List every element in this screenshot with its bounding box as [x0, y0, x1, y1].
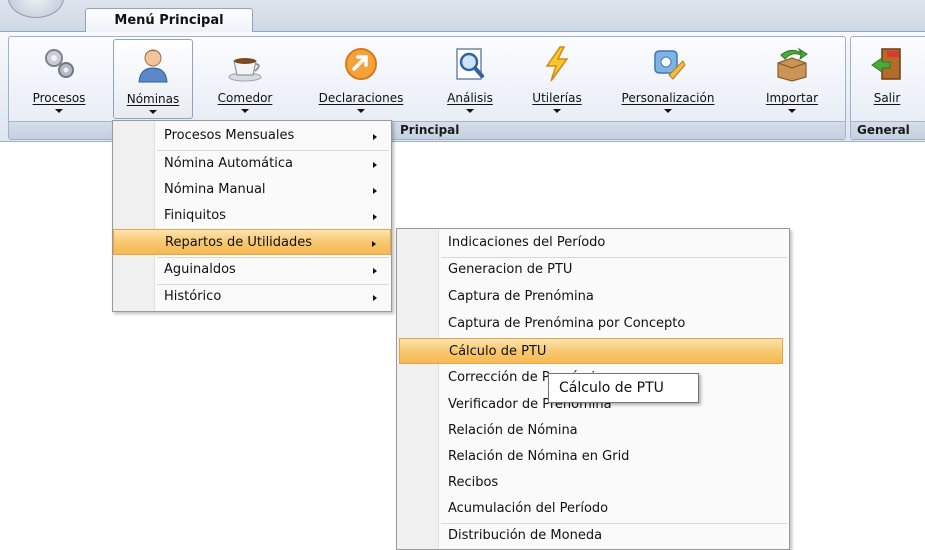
settings-tools-icon	[654, 50, 686, 80]
tab-menu-principal[interactable]: Menú Principal	[85, 8, 253, 33]
coffee-cup-icon	[228, 58, 262, 82]
chevron-down-icon	[553, 109, 561, 113]
salir-label: Salir	[873, 91, 901, 105]
nominas-button[interactable]: Nóminas	[113, 39, 193, 119]
menu-item-indicaciones-del-periodo[interactable]: Indicaciones del Período	[397, 230, 789, 256]
utilerias-button[interactable]: Utilerías	[519, 39, 595, 119]
comedor-button[interactable]: Comedor	[205, 39, 285, 119]
importar-label: Importar	[765, 91, 819, 105]
declaraciones-label: Declaraciones	[318, 91, 404, 105]
menu-item-nomina-automatica[interactable]: Nómina Automática	[113, 151, 391, 177]
menu-item-procesos-mensuales[interactable]: Procesos Mensuales	[113, 123, 391, 149]
comedor-label: Comedor	[217, 91, 273, 105]
chevron-down-icon	[149, 110, 157, 114]
ribbon-tab-strip: Menú Principal	[0, 0, 925, 33]
utilerias-label: Utilerías	[532, 91, 582, 105]
menu-item-generacion-de-ptu[interactable]: Generacion de PTU	[397, 257, 789, 283]
nominas-menu: Procesos Mensuales Nómina Automática Nóm…	[112, 120, 392, 312]
salir-button[interactable]: Salir	[859, 39, 915, 119]
magnifier-chart-icon	[456, 48, 484, 80]
tooltip: Cálculo de PTU	[548, 373, 699, 403]
application-orb-button[interactable]	[8, 0, 64, 18]
chevron-down-icon	[466, 109, 474, 113]
submenu-arrow-icon	[373, 214, 377, 220]
menu-item-recibos[interactable]: Recibos	[397, 470, 789, 496]
menu-item-historico[interactable]: Histórico	[113, 284, 391, 310]
chevron-down-icon	[788, 109, 796, 113]
chevron-down-icon	[241, 109, 249, 113]
submenu-arrow-icon	[373, 134, 377, 140]
menu-item-nomina-manual[interactable]: Nómina Manual	[113, 177, 391, 203]
lightning-icon	[545, 46, 569, 82]
menu-item-distribucion-de-moneda[interactable]: Distribución de Moneda	[397, 523, 789, 549]
chevron-down-icon	[357, 109, 365, 113]
ribbon-group-general: General Salir	[850, 36, 925, 140]
ribbon-group-label-general: General	[851, 121, 925, 139]
orange-arrow-circle-icon	[345, 48, 377, 80]
menu-item-aguinaldos[interactable]: Aguinaldos	[113, 257, 391, 283]
user-icon	[138, 49, 168, 83]
menu-item-acumulacion-del-periodo[interactable]: Acumulación del Período	[397, 496, 789, 522]
nominas-label: Nóminas	[126, 92, 180, 106]
import-box-icon	[777, 47, 808, 82]
personalizacion-button[interactable]: Personalización	[605, 39, 731, 119]
procesos-label: Procesos	[32, 91, 86, 105]
chevron-down-icon	[664, 109, 672, 113]
analisis-label: Análisis	[447, 91, 493, 105]
submenu-arrow-icon	[373, 268, 377, 274]
gears-icon	[45, 49, 74, 78]
menu-item-finiquitos[interactable]: Finiquitos	[113, 203, 391, 229]
menu-item-relacion-de-nomina[interactable]: Relación de Nómina	[397, 418, 789, 444]
menu-item-repartos-de-utilidades[interactable]: Repartos de Utilidades	[113, 229, 391, 255]
analisis-button[interactable]: Análisis	[435, 39, 505, 119]
exit-door-icon	[871, 48, 901, 80]
declaraciones-button[interactable]: Declaraciones	[303, 39, 419, 119]
importar-button[interactable]: Importar	[749, 39, 835, 119]
menu-item-relacion-de-nomina-en-grid[interactable]: Relación de Nómina en Grid	[397, 444, 789, 470]
submenu-arrow-icon	[373, 162, 377, 168]
submenu-arrow-icon	[372, 241, 376, 247]
submenu-arrow-icon	[373, 295, 377, 301]
procesos-button[interactable]: Procesos	[17, 39, 101, 119]
personalizacion-label: Personalización	[621, 91, 715, 105]
menu-item-calculo-de-ptu[interactable]: Cálculo de PTU	[399, 338, 783, 364]
menu-item-captura-de-prenomina-por-concepto[interactable]: Captura de Prenómina por Concepto	[397, 311, 789, 337]
submenu-arrow-icon	[373, 188, 377, 194]
chevron-down-icon	[55, 109, 63, 113]
menu-item-captura-de-prenomina[interactable]: Captura de Prenómina	[397, 284, 789, 310]
